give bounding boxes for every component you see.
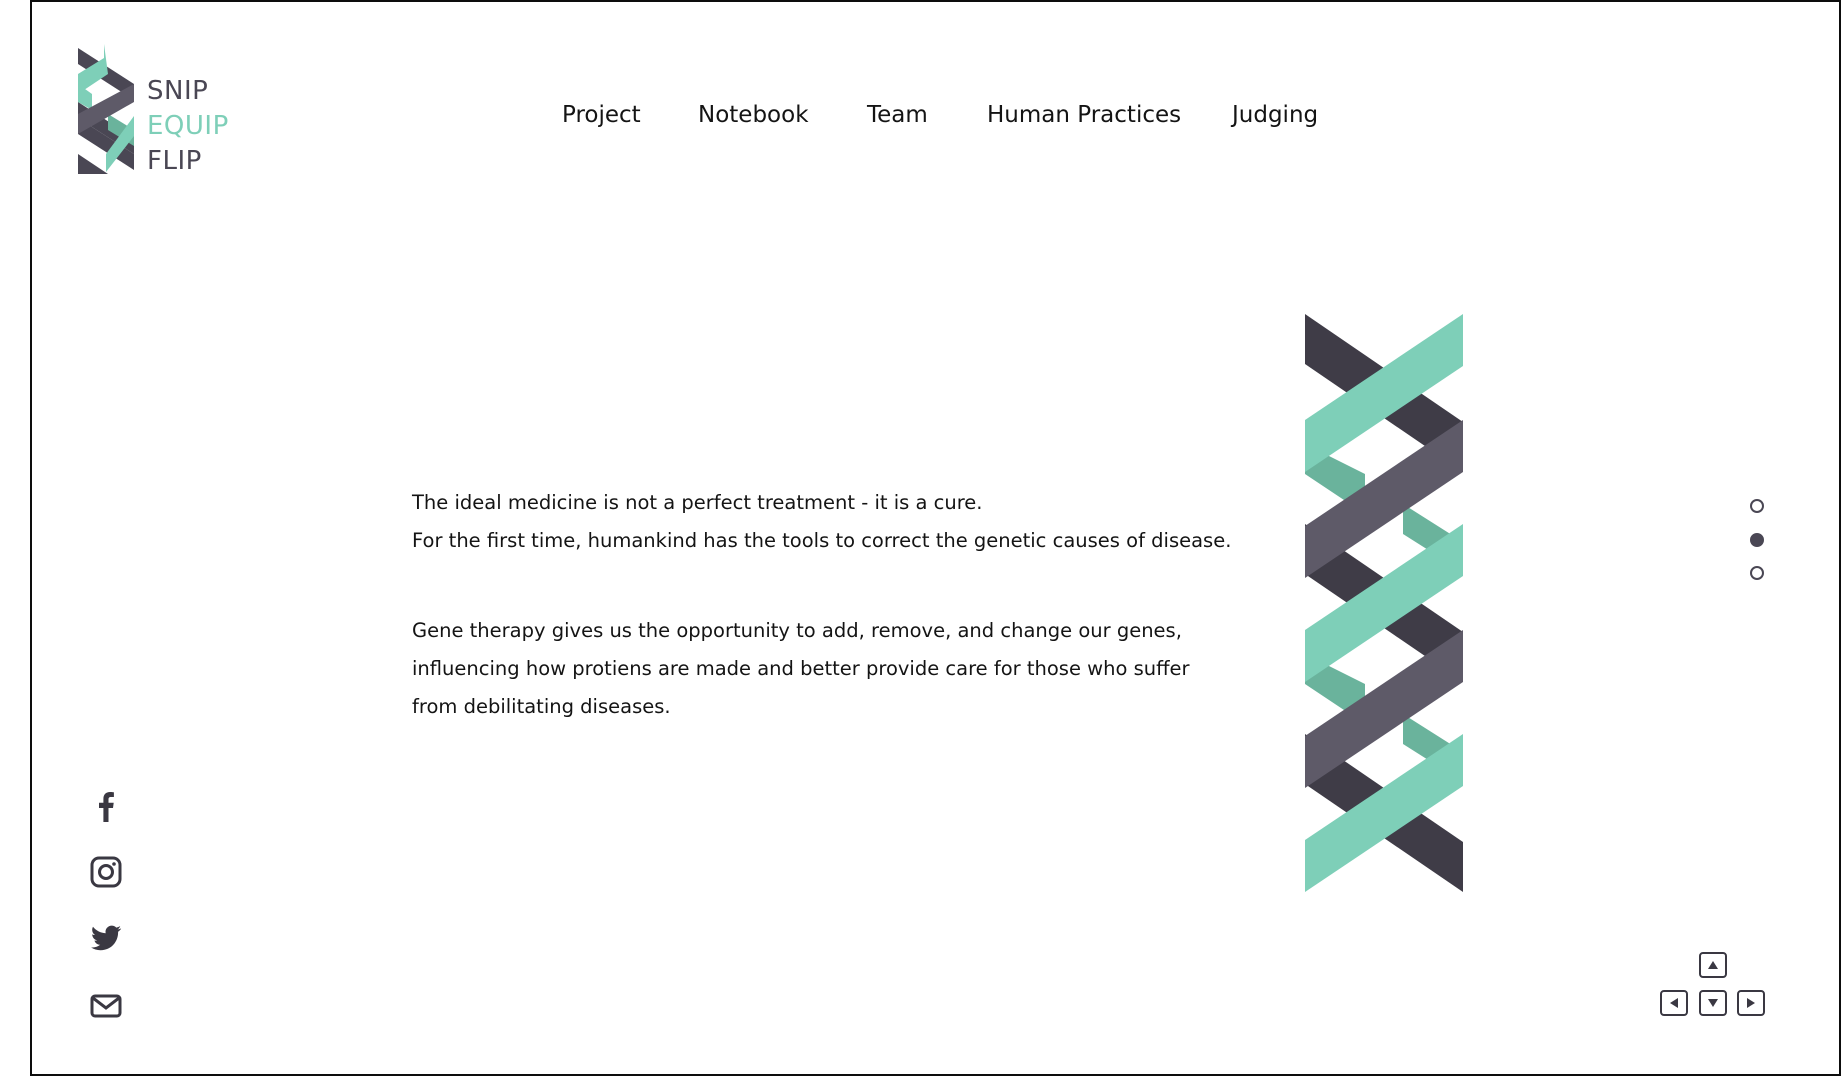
arrow-down-key[interactable]: [1699, 990, 1727, 1016]
facebook-icon: [99, 792, 114, 822]
dna-logo-icon: [78, 44, 134, 174]
nav-item-human-practices[interactable]: Human Practices: [987, 102, 1181, 128]
arrow-down-icon: [1708, 999, 1718, 1007]
mail-icon: [90, 994, 122, 1018]
logo-word-snip: SNIP: [147, 76, 209, 106]
arrow-up-icon: [1708, 961, 1718, 969]
hero-text: The ideal medicine is not a perfect trea…: [412, 484, 1252, 726]
arrow-right-icon: [1747, 998, 1755, 1008]
hero-line: influencing how protiens are made and be…: [412, 657, 1190, 680]
nav-item-project[interactable]: Project: [562, 102, 641, 128]
nav-item-judging[interactable]: Judging: [1232, 102, 1318, 128]
hero-line: The ideal medicine is not a perfect trea…: [412, 491, 983, 514]
nav-item-team[interactable]: Team: [867, 102, 928, 128]
instagram-icon: [90, 856, 122, 888]
hero-line: from debilitating diseases.: [412, 695, 671, 718]
instagram-link[interactable]: [88, 854, 124, 890]
arrow-right-key[interactable]: [1737, 990, 1765, 1016]
twitter-icon: [91, 925, 122, 951]
facebook-link[interactable]: [88, 788, 124, 824]
dna-helix-illustration: [1305, 314, 1463, 892]
slide-dot-1[interactable]: [1750, 499, 1764, 513]
nav-item-notebook[interactable]: Notebook: [698, 102, 809, 128]
slide-dot-2-active[interactable]: [1750, 533, 1764, 547]
slide-dot-3[interactable]: [1750, 566, 1764, 580]
hero-line: Gene therapy gives us the opportunity to…: [412, 619, 1182, 642]
logo-word-equip: EQUIP: [147, 111, 229, 141]
hero-line: For the first time, humankind has the to…: [412, 529, 1232, 552]
twitter-link[interactable]: [88, 921, 124, 957]
logo-word-flip: FLIP: [147, 146, 202, 176]
email-link[interactable]: [88, 988, 124, 1024]
arrow-left-icon: [1670, 998, 1678, 1008]
arrow-up-key[interactable]: [1699, 952, 1727, 978]
site-logo[interactable]: SNIP EQUIP FLIP: [78, 44, 253, 179]
arrow-left-key[interactable]: [1660, 990, 1688, 1016]
